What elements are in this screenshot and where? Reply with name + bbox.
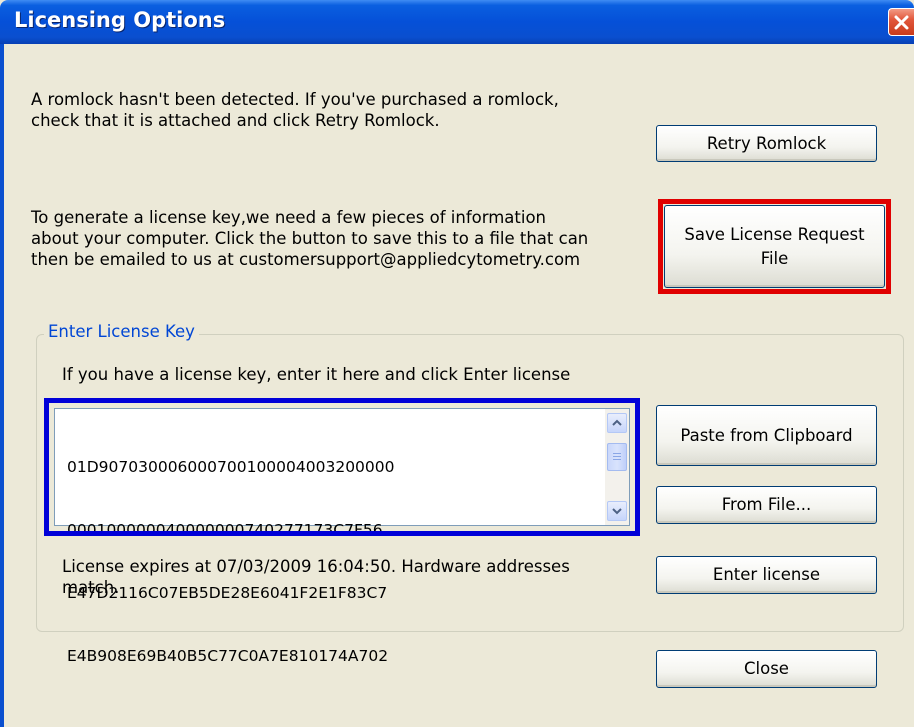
romlock-message-line-1: A romlock hasn't been detected. If you'v… [31, 90, 559, 109]
window-title: Licensing Options [14, 8, 226, 32]
retry-romlock-button[interactable]: Retry Romlock [656, 125, 877, 162]
blue-highlight-box [44, 398, 640, 536]
license-status-line-2: match. [62, 578, 120, 597]
licensing-options-dialog: Licensing Options A romlock hasn't been … [0, 0, 914, 727]
request-message-line-2: about your computer. Click the button to… [31, 229, 589, 248]
license-key-group-label: Enter License Key [44, 322, 199, 341]
window-close-button[interactable] [888, 8, 914, 36]
from-file-button[interactable]: From File... [656, 486, 877, 524]
window-frame-left [0, 44, 4, 727]
license-key-line-4: E4B908E69B40B5C77C0A7E810174A702 [67, 647, 389, 665]
request-message: To generate a license key,we need a few … [31, 207, 588, 270]
request-message-line-3: then be emailed to us at customersupport… [31, 250, 581, 269]
request-message-line-1: To generate a license key,we need a few … [31, 208, 547, 227]
romlock-message: A romlock hasn't been detected. If you'v… [31, 89, 559, 131]
paste-from-clipboard-button[interactable]: Paste from Clipboard [656, 405, 877, 466]
romlock-message-line-2: check that it is attached and click Retr… [31, 111, 440, 130]
close-icon [894, 15, 909, 30]
license-status: License expires at 07/03/2009 16:04:50. … [62, 556, 570, 598]
title-bar[interactable]: Licensing Options [0, 0, 914, 44]
license-status-line-1: License expires at 07/03/2009 16:04:50. … [62, 557, 570, 576]
enter-license-button[interactable]: Enter license [656, 556, 877, 594]
red-highlight-box [658, 199, 891, 294]
close-button[interactable]: Close [656, 650, 877, 688]
license-instruction: If you have a license key, enter it here… [62, 365, 571, 384]
